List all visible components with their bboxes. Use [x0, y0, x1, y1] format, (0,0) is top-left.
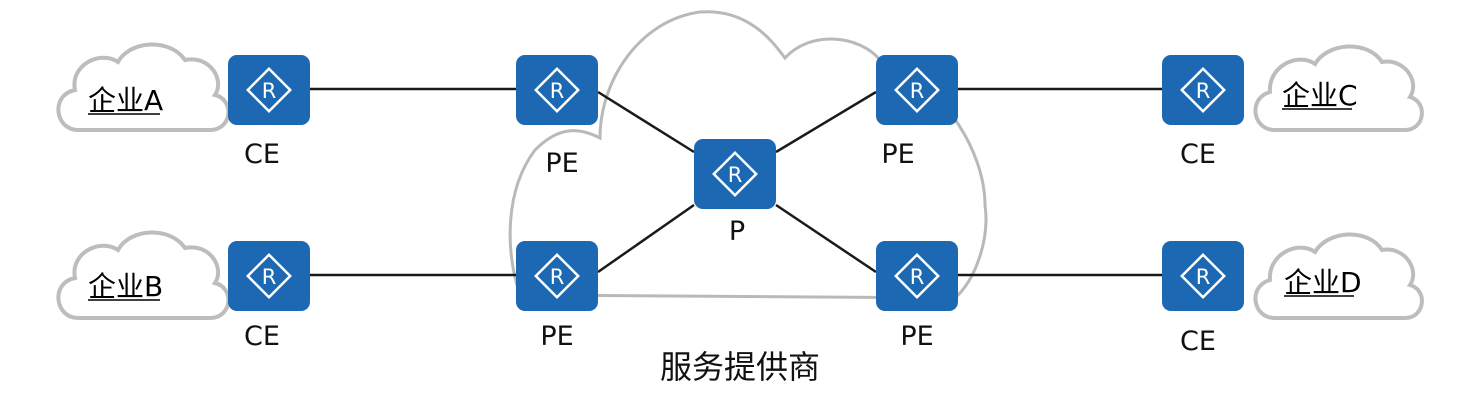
enterprise-b-label: 企业B: [88, 270, 163, 303]
enterprise-a-cloud: 企业A: [56, 42, 231, 132]
router-ce-a: R: [228, 55, 310, 125]
provider-label: 服务提供商: [660, 348, 820, 386]
router-r-mark: R: [550, 79, 565, 103]
enterprise-c-label: 企业C: [1282, 79, 1358, 112]
enterprise-c-cloud: 企业C: [1253, 44, 1424, 132]
ce-c-label: CE: [1180, 139, 1216, 170]
router-pe-bottom-right: R: [876, 241, 958, 311]
router-r-mark: R: [262, 265, 277, 289]
network-diagram: 企业A 企业B 企业C 企业D R CE R CE R PE R PE R P …: [56, 10, 1424, 386]
router-ce-b: R: [228, 241, 310, 311]
router-pe-bottom-left: R: [516, 241, 598, 311]
enterprise-d-cloud: 企业D: [1253, 232, 1424, 320]
enterprise-a-label: 企业A: [88, 84, 163, 117]
router-r-mark: R: [728, 163, 743, 187]
ce-d-label: CE: [1180, 326, 1216, 357]
router-p-core: R: [694, 139, 776, 209]
pe-bottom-left-label: PE: [540, 321, 573, 352]
router-r-mark: R: [1196, 265, 1211, 289]
pe-top-left-label: PE: [545, 148, 578, 179]
router-pe-top-left: R: [516, 55, 598, 125]
pe-top-right-label: PE: [881, 139, 914, 170]
ce-b-label: CE: [244, 321, 280, 352]
router-r-mark: R: [910, 79, 925, 103]
router-r-mark: R: [550, 265, 565, 289]
pe-bottom-right-label: PE: [900, 321, 933, 352]
ce-a-label: CE: [244, 139, 280, 170]
router-r-mark: R: [262, 79, 277, 103]
router-r-mark: R: [1196, 79, 1211, 103]
router-ce-c: R: [1162, 55, 1244, 125]
router-ce-d: R: [1162, 241, 1244, 311]
enterprise-b-cloud: 企业B: [56, 230, 231, 320]
router-pe-top-right: R: [876, 55, 958, 125]
router-r-mark: R: [910, 265, 925, 289]
p-core-label: P: [729, 216, 745, 247]
enterprise-d-label: 企业D: [1284, 266, 1362, 299]
